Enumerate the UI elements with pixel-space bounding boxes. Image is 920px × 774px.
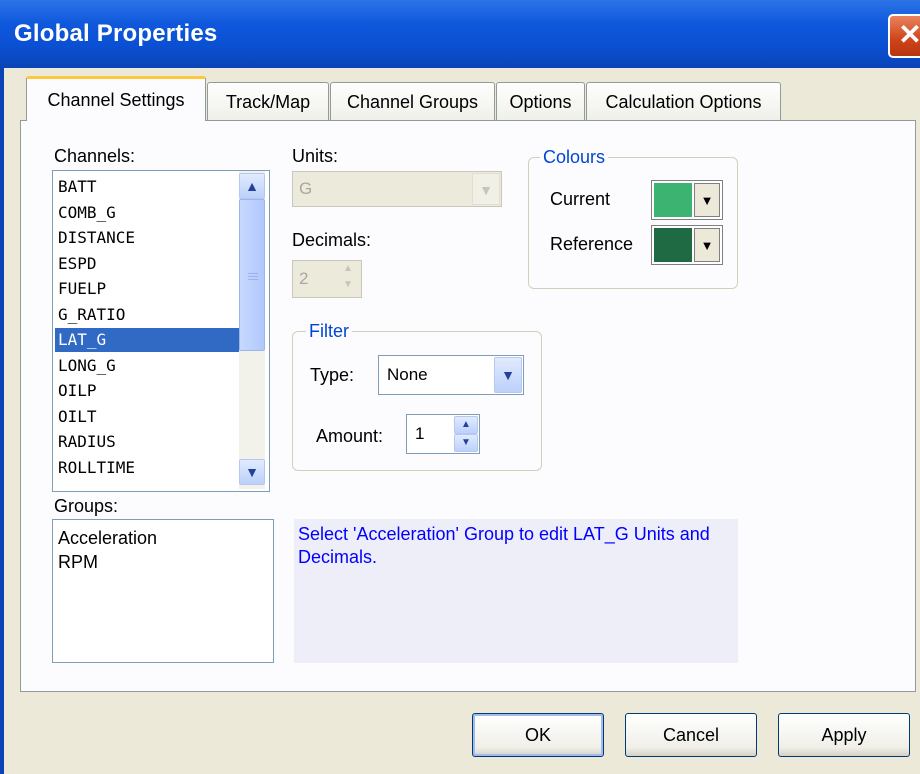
scroll-up-button[interactable]: ▲ [239, 173, 265, 199]
filter-amount-label: Amount: [316, 426, 384, 446]
channels-list[interactable]: BATT COMB_G DISTANCE ESPD FUELP G_RATIO LAT_G L… [52, 170, 270, 492]
scroll-down-button[interactable]: ▼ [239, 459, 265, 485]
close-button[interactable]: ✕ [888, 14, 920, 58]
channels-label: Channels: [54, 146, 136, 166]
chevron-down-icon[interactable]: ▼ [494, 357, 522, 393]
reference-colour-picker[interactable]: ▼ [651, 225, 723, 265]
spin-up-icon: ▲ [343, 263, 353, 274]
grip-icon: — — — [248, 268, 258, 285]
filter-amount-value: 1 [415, 424, 425, 443]
colours-group [528, 157, 738, 289]
spin-down-icon[interactable]: ▼ [454, 434, 478, 452]
tab-calculation-options[interactable]: Calculation Options [586, 82, 781, 120]
spin-up-icon[interactable]: ▲ [454, 416, 478, 434]
channel-list-item[interactable]: OILP [55, 379, 240, 403]
filter-title: Filter [306, 321, 352, 342]
groups-list[interactable]: Acceleration RPM [52, 519, 274, 663]
scroll-thumb[interactable]: — — — [239, 199, 265, 351]
filter-type-select[interactable]: None ▼ [378, 355, 524, 395]
window-border [0, 68, 4, 774]
channel-list-item[interactable]: ESPD [55, 252, 240, 276]
dropdown-arrow-icon: ▼ [694, 183, 720, 217]
cancel-button[interactable]: Cancel [625, 713, 757, 757]
dropdown-arrow-icon: ▼ [694, 228, 720, 262]
chevron-up-icon: ▲ [245, 178, 259, 194]
current-colour-picker[interactable]: ▼ [651, 180, 723, 220]
units-combo: G ▼ [292, 171, 502, 207]
tab-label: Channel Settings [47, 90, 185, 110]
tab-channel-groups[interactable]: Channel Groups [330, 82, 495, 120]
tab-channel-settings[interactable]: Channel Settings [26, 76, 206, 121]
list-item[interactable]: Acceleration [55, 526, 240, 550]
filter-type-label: Type: [310, 365, 355, 385]
units-value: G [299, 179, 313, 198]
list-item[interactable]: RPM [55, 550, 240, 574]
units-label: Units: [292, 146, 339, 166]
colours-title: Colours [540, 147, 609, 168]
decimals-value: 2 [299, 269, 309, 288]
channel-list-item[interactable]: LAT_G [55, 328, 240, 352]
window-title: Global Properties [14, 20, 218, 47]
chevron-down-icon: ▼ [245, 464, 259, 480]
ok-button[interactable]: OK [472, 713, 604, 757]
filter-amount-spinner[interactable]: 1 ▲ ▼ [406, 414, 480, 454]
tab-label: Track/Map [225, 92, 311, 112]
channel-list-item[interactable]: DISTANCE [55, 226, 240, 250]
channel-list-item[interactable]: BATT [55, 175, 240, 199]
current-colour-swatch [654, 183, 692, 217]
tab-label: Calculation Options [605, 92, 762, 112]
chevron-down-icon: ▼ [472, 173, 500, 205]
spin-down-icon: ▼ [343, 279, 353, 290]
current-colour-label: Current [550, 189, 611, 209]
channel-list-item[interactable]: RADIUS [55, 430, 240, 454]
channel-list-item[interactable]: ROLLTIME [55, 456, 240, 480]
tab-label: Options [509, 92, 572, 112]
decimals-spinner: 2 ▲ ▼ [292, 260, 362, 298]
channel-list-item[interactable]: OILT [55, 405, 240, 429]
channel-list-item[interactable]: LONG_G [55, 354, 240, 378]
channels-scrollbar[interactable]: ▲ — — — ▼ [239, 171, 265, 489]
channel-list-item[interactable]: FUELP [55, 277, 240, 301]
close-icon: ✕ [898, 19, 920, 50]
channel-list-item[interactable]: G_RATIO [55, 303, 240, 327]
apply-button[interactable]: Apply [778, 713, 910, 757]
tab-options[interactable]: Options [496, 82, 585, 120]
groups-label: Groups: [54, 496, 119, 516]
reference-colour-swatch [654, 228, 692, 262]
decimals-label: Decimals: [292, 230, 372, 250]
channel-list-item[interactable]: COMB_G [55, 201, 240, 225]
tab-track-map[interactable]: Track/Map [207, 82, 329, 120]
reference-colour-label: Reference [550, 234, 634, 254]
title-bar: Global Properties ✕ [0, 0, 920, 68]
tab-label: Channel Groups [346, 92, 479, 112]
filter-type-value: None [387, 365, 428, 384]
info-message: Select 'Acceleration' Group to edit LAT_… [294, 519, 738, 663]
